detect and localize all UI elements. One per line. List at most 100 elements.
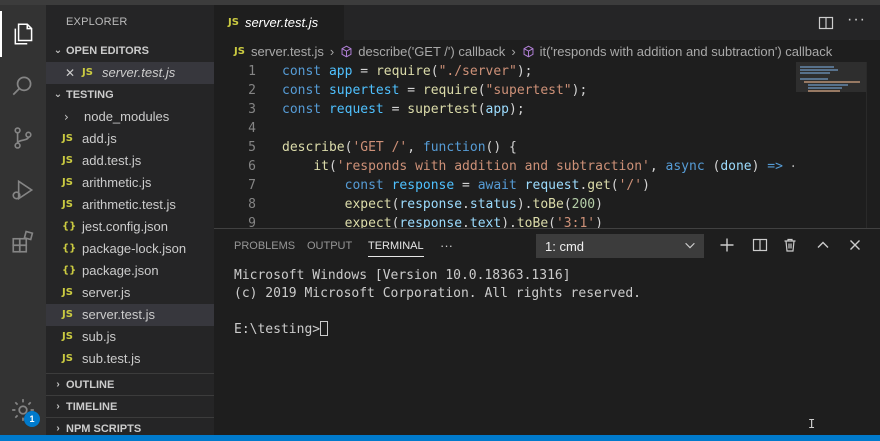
chevron-right-icon: ›: [56, 379, 60, 390]
breadcrumb: JS server.test.js › describe('GET /') ca…: [214, 40, 880, 62]
sidebar-title: EXPLORER: [66, 16, 128, 28]
close-icon[interactable]: [847, 237, 863, 253]
symbol-method-icon: [341, 45, 352, 57]
line-number: 4: [248, 121, 256, 136]
terminal-line: Microsoft Windows [Version 10.0.18363.13…: [234, 268, 571, 283]
file-item[interactable]: JS arithmetic.js: [46, 172, 214, 194]
chevron-right-icon: ›: [511, 43, 516, 59]
terminal-line: (c) 2019 Microsoft Corporation. All righ…: [234, 286, 641, 301]
file-item[interactable]: JS sub.test.js: [46, 348, 214, 370]
panel-more-icon[interactable]: ···: [440, 229, 453, 263]
open-editor-label: server.test.js: [102, 65, 176, 80]
file-item[interactable]: {} package.json: [46, 260, 214, 282]
terminal-prompt-line: E:\testing>: [234, 321, 641, 339]
file-label: sub.test.js: [82, 351, 141, 366]
editor-scrollbar[interactable]: [866, 62, 880, 228]
file-label: package-lock.json: [82, 241, 187, 256]
section-label: OUTLINE: [66, 379, 115, 391]
js-file-icon: JS: [234, 45, 245, 57]
editor-tab-server-test[interactable]: JS server.test.js: [214, 5, 344, 40]
close-icon[interactable]: ✕: [62, 62, 78, 84]
search-icon[interactable]: [0, 63, 46, 109]
line-number: 6: [248, 159, 256, 174]
tab-output[interactable]: OUTPUT: [307, 229, 352, 263]
new-terminal-icon[interactable]: [719, 237, 735, 253]
open-editors-header[interactable]: ⌄ OPEN EDITORS: [46, 40, 214, 62]
tab-problems[interactable]: PROBLEMS: [234, 229, 295, 263]
section-label: TESTING: [66, 89, 114, 101]
json-file-icon: {}: [62, 243, 77, 254]
file-label: server.test.js: [82, 307, 155, 322]
file-item[interactable]: JS arithmetic.test.js: [46, 194, 214, 216]
js-file-icon: JS: [62, 177, 73, 188]
tab-label: server.test.js: [244, 15, 319, 30]
file-label: sub.js: [82, 329, 116, 344]
file-label: jest.config.json: [82, 219, 168, 234]
file-label: node_modules: [84, 109, 170, 124]
more-actions-icon[interactable]: ···: [847, 11, 866, 29]
file-item[interactable]: {} package-lock.json: [46, 238, 214, 260]
tab-terminal[interactable]: TERMINAL: [368, 229, 424, 263]
notification-badge: 1: [24, 411, 40, 427]
chevron-down-icon: ⌄: [53, 89, 63, 100]
outline-section[interactable]: › OUTLINE: [46, 373, 214, 396]
code-line: 2 const supertest = require("supertest");: [214, 81, 794, 100]
manage-gear-icon[interactable]: [0, 387, 46, 433]
status-bar: [0, 435, 880, 441]
terminal-select-value: 1: cmd: [545, 238, 585, 254]
trash-icon[interactable]: [782, 237, 798, 253]
source-control-icon[interactable]: [0, 115, 46, 161]
file-item[interactable]: JS server.js: [46, 282, 214, 304]
file-label: package.json: [82, 263, 159, 278]
line-number: 9: [248, 216, 256, 228]
line-number: 2: [248, 83, 256, 98]
chevron-right-icon: ›: [56, 401, 60, 412]
file-item[interactable]: JS add.js: [46, 128, 214, 150]
js-file-icon: JS: [62, 199, 73, 210]
chevron-right-icon: ›: [56, 423, 60, 434]
chevron-up-icon[interactable]: [815, 237, 831, 253]
breadcrumb-crumb[interactable]: it('responds with addition and subtracti…: [540, 44, 833, 59]
file-item[interactable]: {} jest.config.json: [46, 216, 214, 238]
extensions-icon[interactable]: [0, 219, 46, 265]
terminal-cursor: [320, 321, 329, 336]
split-editor-icon[interactable]: [818, 15, 834, 31]
section-label: TIMELINE: [66, 401, 118, 413]
minimap[interactable]: [796, 62, 866, 228]
code-line: 5 describe('GET /', function() {: [214, 138, 794, 157]
breadcrumb-crumb[interactable]: describe('GET /') callback: [358, 44, 505, 59]
js-file-icon: JS: [62, 155, 73, 166]
code-line: 8 expect(response.status).toBe(200): [214, 195, 794, 214]
chevron-down-icon: ⌄: [53, 45, 63, 56]
line-number: 1: [248, 64, 256, 79]
split-terminal-icon[interactable]: [752, 237, 768, 253]
editor-tab-bar: JS server.test.js ···: [214, 5, 880, 40]
code-editor[interactable]: 1 const app = require("./server"); 2 const…: [214, 62, 794, 228]
code-line: 9 expect(response.text).toBe('3:1'): [214, 214, 794, 228]
run-debug-icon[interactable]: [0, 167, 46, 213]
terminal-select[interactable]: 1: cmd: [536, 234, 704, 258]
breadcrumb-file[interactable]: server.test.js: [251, 44, 324, 59]
js-file-icon: JS: [62, 309, 73, 320]
timeline-section[interactable]: › TIMELINE: [46, 395, 214, 418]
folder-header-testing[interactable]: ⌄ TESTING: [46, 84, 214, 106]
folder-item-node-modules[interactable]: › node_modules: [46, 106, 214, 128]
file-item[interactable]: JS sub.js: [46, 326, 214, 348]
file-label: server.js: [82, 285, 131, 300]
json-file-icon: {}: [62, 265, 77, 276]
symbol-method-icon: [523, 45, 534, 57]
file-item-selected[interactable]: JS server.test.js: [46, 304, 214, 326]
code-line: 4: [214, 119, 794, 138]
files-icon[interactable]: [0, 11, 46, 57]
bottom-panel: PROBLEMS OUTPUT TERMINAL ··· 1: cmd Micr…: [214, 228, 880, 435]
mouse-ibeam-cursor: I: [808, 417, 816, 431]
open-editor-item[interactable]: ✕ JS server.test.js: [46, 62, 214, 84]
terminal-output[interactable]: Microsoft Windows [Version 10.0.18363.13…: [234, 267, 641, 339]
activity-bar: 1: [0, 5, 46, 435]
npm-scripts-section[interactable]: › NPM SCRIPTS: [46, 417, 214, 435]
file-item[interactable]: JS add.test.js: [46, 150, 214, 172]
code-line: 3 const request = supertest(app);: [214, 100, 794, 119]
line-number: 7: [248, 178, 256, 193]
chevron-right-icon: ›: [329, 43, 335, 59]
